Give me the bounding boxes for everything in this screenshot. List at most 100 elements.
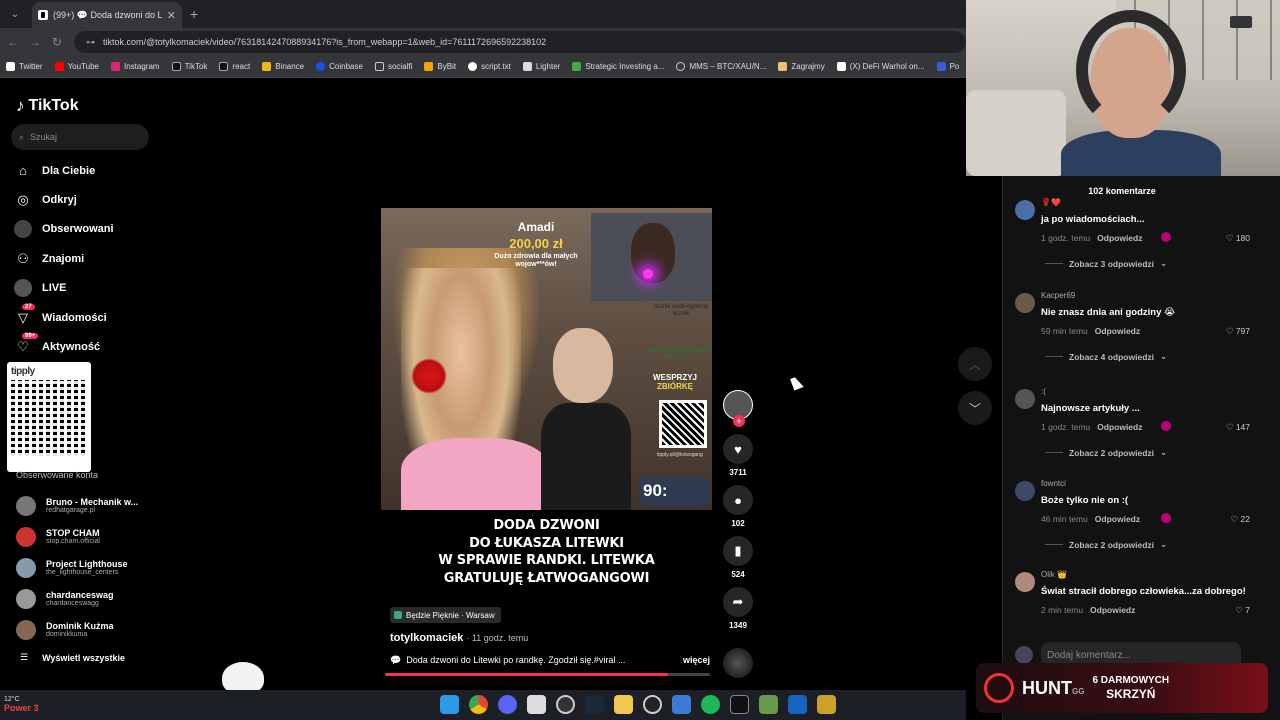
reply-button[interactable]: Odpowiedz	[1097, 233, 1142, 243]
app-icon[interactable]	[527, 695, 546, 714]
app-icon[interactable]	[759, 695, 778, 714]
view-replies-button[interactable]: Zobacz 4 odpowiedzi ⌄	[1045, 351, 1167, 362]
followed-account[interactable]: chardanceswag chardanceswagg	[16, 583, 156, 614]
view-replies-button[interactable]: Zobacz 2 odpowiedzi ⌄	[1045, 539, 1167, 550]
bookmark-item[interactable]: Coinbase	[316, 62, 363, 71]
video-player[interactable]: Amadi 200,00 zł Dużo zdrowia dla małych …	[381, 208, 712, 510]
nav-item-messages[interactable]: ▽ 27 Wiadomości	[14, 303, 154, 332]
app-icon[interactable]	[643, 695, 662, 714]
reload-icon[interactable]: ↻	[48, 35, 66, 49]
bookmark-item[interactable]: Twitter	[6, 62, 43, 71]
share-arrow-icon[interactable]: ➦	[723, 587, 753, 617]
bookmark-item[interactable]: Lighter	[522, 62, 560, 71]
app-icon[interactable]	[730, 695, 749, 714]
comment-like-button[interactable]: ♡ 7	[1235, 605, 1250, 616]
followed-account[interactable]: STOP CHAM stop.cham.official	[16, 521, 156, 552]
nav-item-for-you[interactable]: ⌂ Dla Ciebie	[14, 156, 154, 185]
avatar[interactable]	[1015, 200, 1035, 220]
more-button[interactable]: więcej	[683, 655, 710, 666]
previous-video-chevron-up-icon[interactable]: ︿	[958, 347, 992, 381]
chrome-icon[interactable]	[469, 695, 488, 714]
nav-item-friends[interactable]: ⚇ Znajomi	[14, 244, 154, 273]
tab-close-icon[interactable]: ✕	[167, 9, 176, 22]
nav-item-explore[interactable]: ◎ Odkryj	[14, 185, 154, 214]
like-action[interactable]: ♥ 3711	[722, 434, 754, 477]
comment-action[interactable]: ● 102	[722, 485, 754, 528]
reply-button[interactable]: Odpowiedz	[1090, 605, 1135, 615]
next-video-chevron-down-icon[interactable]: ﹀	[958, 391, 992, 425]
comment-like-button[interactable]: ♡ 180	[1226, 233, 1250, 244]
app-icon[interactable]	[672, 695, 691, 714]
url-field[interactable]: ⊶ tiktok.com/@totylkomaciek/video/763181…	[74, 31, 966, 53]
spotify-icon[interactable]	[701, 695, 720, 714]
tiktok-logo[interactable]: ♪ TikTok	[16, 96, 79, 116]
followed-account[interactable]: Project Lighthouse the_lighthouse_centers	[16, 552, 156, 583]
save-action[interactable]: ▮ 524	[722, 536, 754, 579]
comment-user[interactable]: :(	[1041, 387, 1046, 396]
comment-like-button[interactable]: ♡ 797	[1226, 326, 1250, 337]
comment-user[interactable]: Kacper69	[1041, 291, 1075, 300]
back-arrow-icon[interactable]: ←	[4, 35, 22, 49]
view-replies-button[interactable]: Zobacz 3 odpowiedzi ⌄	[1045, 258, 1167, 269]
author-name[interactable]: totylkomaciek	[390, 632, 463, 644]
video-author[interactable]: totylkomaciek · 11 godz. temu	[390, 632, 528, 644]
see-all-button[interactable]: ☰ Wyświetl wszystkie	[20, 652, 125, 663]
windows-start-icon[interactable]	[440, 695, 459, 714]
search-input[interactable]: ⌕ Szukaj	[11, 124, 149, 150]
weather-widget[interactable]: 12°C Power 3	[4, 696, 39, 713]
followed-account[interactable]: Bruno - Mechanik w... redhatgarage.pl	[16, 490, 156, 521]
app-icon[interactable]	[817, 695, 836, 714]
bookmark-item[interactable]: react	[219, 62, 250, 71]
discord-icon[interactable]	[498, 695, 517, 714]
avatar[interactable]	[1015, 389, 1035, 409]
reply-button[interactable]: Odpowiedz	[1095, 326, 1140, 336]
reply-button[interactable]: Odpowiedz	[1097, 422, 1142, 432]
avatar[interactable]	[1015, 572, 1035, 592]
bookmark-item[interactable]: script.txt	[468, 62, 511, 71]
comment-icon[interactable]: ●	[723, 485, 753, 515]
bookmark-item[interactable]: TikTok	[171, 62, 207, 71]
steam-icon[interactable]	[585, 695, 604, 714]
video-progress-bar[interactable]	[385, 673, 710, 676]
pip-child	[631, 223, 675, 283]
bookmark-item[interactable]: ByBit	[424, 62, 456, 71]
bookmark-item[interactable]: Po	[936, 62, 959, 71]
bookmark-item[interactable]: Instagram	[111, 62, 160, 71]
bookmark-item[interactable]: Binance	[262, 62, 304, 71]
nav-item-live[interactable]: LIVE	[14, 274, 154, 303]
obs-icon[interactable]	[556, 695, 575, 714]
site-info-icon[interactable]: ⊶	[86, 37, 95, 48]
nav-item-following[interactable]: Obserwowani	[14, 215, 154, 244]
creator-avatar[interactable]: +	[723, 390, 753, 427]
bookmark-item[interactable]: MMS – BTC/XAU/N...	[676, 62, 766, 71]
avatar[interactable]	[1015, 481, 1035, 501]
music-disc-icon[interactable]	[723, 648, 753, 678]
heart-icon[interactable]: ♥	[723, 434, 753, 464]
bookmark-item[interactable]: Zagrajmy	[778, 62, 825, 71]
app-icon[interactable]	[788, 695, 807, 714]
folder-icon[interactable]	[614, 695, 633, 714]
reply-button[interactable]: Odpowiedz	[1095, 514, 1140, 524]
view-replies-button[interactable]: Zobacz 2 odpowiedzi ⌄	[1045, 447, 1167, 458]
comment-like-button[interactable]: ♡ 22	[1231, 514, 1250, 525]
share-action[interactable]: ➦ 1349	[722, 587, 754, 630]
comment-user[interactable]: 🌹❤️	[1041, 198, 1061, 207]
comment-like-button[interactable]: ♡ 147	[1226, 422, 1250, 433]
location-tag[interactable]: Będzie Pięknie · Warsaw	[390, 607, 501, 623]
bookmark-icon[interactable]: ▮	[723, 536, 753, 566]
follow-plus-icon[interactable]: +	[733, 415, 745, 427]
browser-tab-active[interactable]: (99+) 💬 Doda dzwoni do L ✕	[32, 2, 182, 28]
comment-user[interactable]: fowntci	[1041, 479, 1066, 488]
tab-search-button[interactable]: ⌄	[4, 3, 26, 25]
bybit-icon	[424, 62, 434, 71]
new-tab-button[interactable]: +	[190, 6, 198, 22]
comment-user[interactable]: Olik 👑	[1041, 570, 1067, 579]
bookmark-item[interactable]: (X) DeFi Warhol on...	[836, 62, 925, 71]
bookmark-item[interactable]: YouTube	[54, 62, 99, 71]
bookmark-item[interactable]: socialfi	[374, 62, 412, 71]
forward-arrow-icon[interactable]: →	[26, 35, 44, 49]
followed-account[interactable]: Dominik Kuźma dominikkuma	[16, 614, 156, 645]
nav-item-activity[interactable]: ♡ 99+ Aktywność	[14, 332, 154, 361]
bookmark-item[interactable]: Strategic Investing a...	[572, 62, 664, 71]
avatar[interactable]	[1015, 293, 1035, 313]
